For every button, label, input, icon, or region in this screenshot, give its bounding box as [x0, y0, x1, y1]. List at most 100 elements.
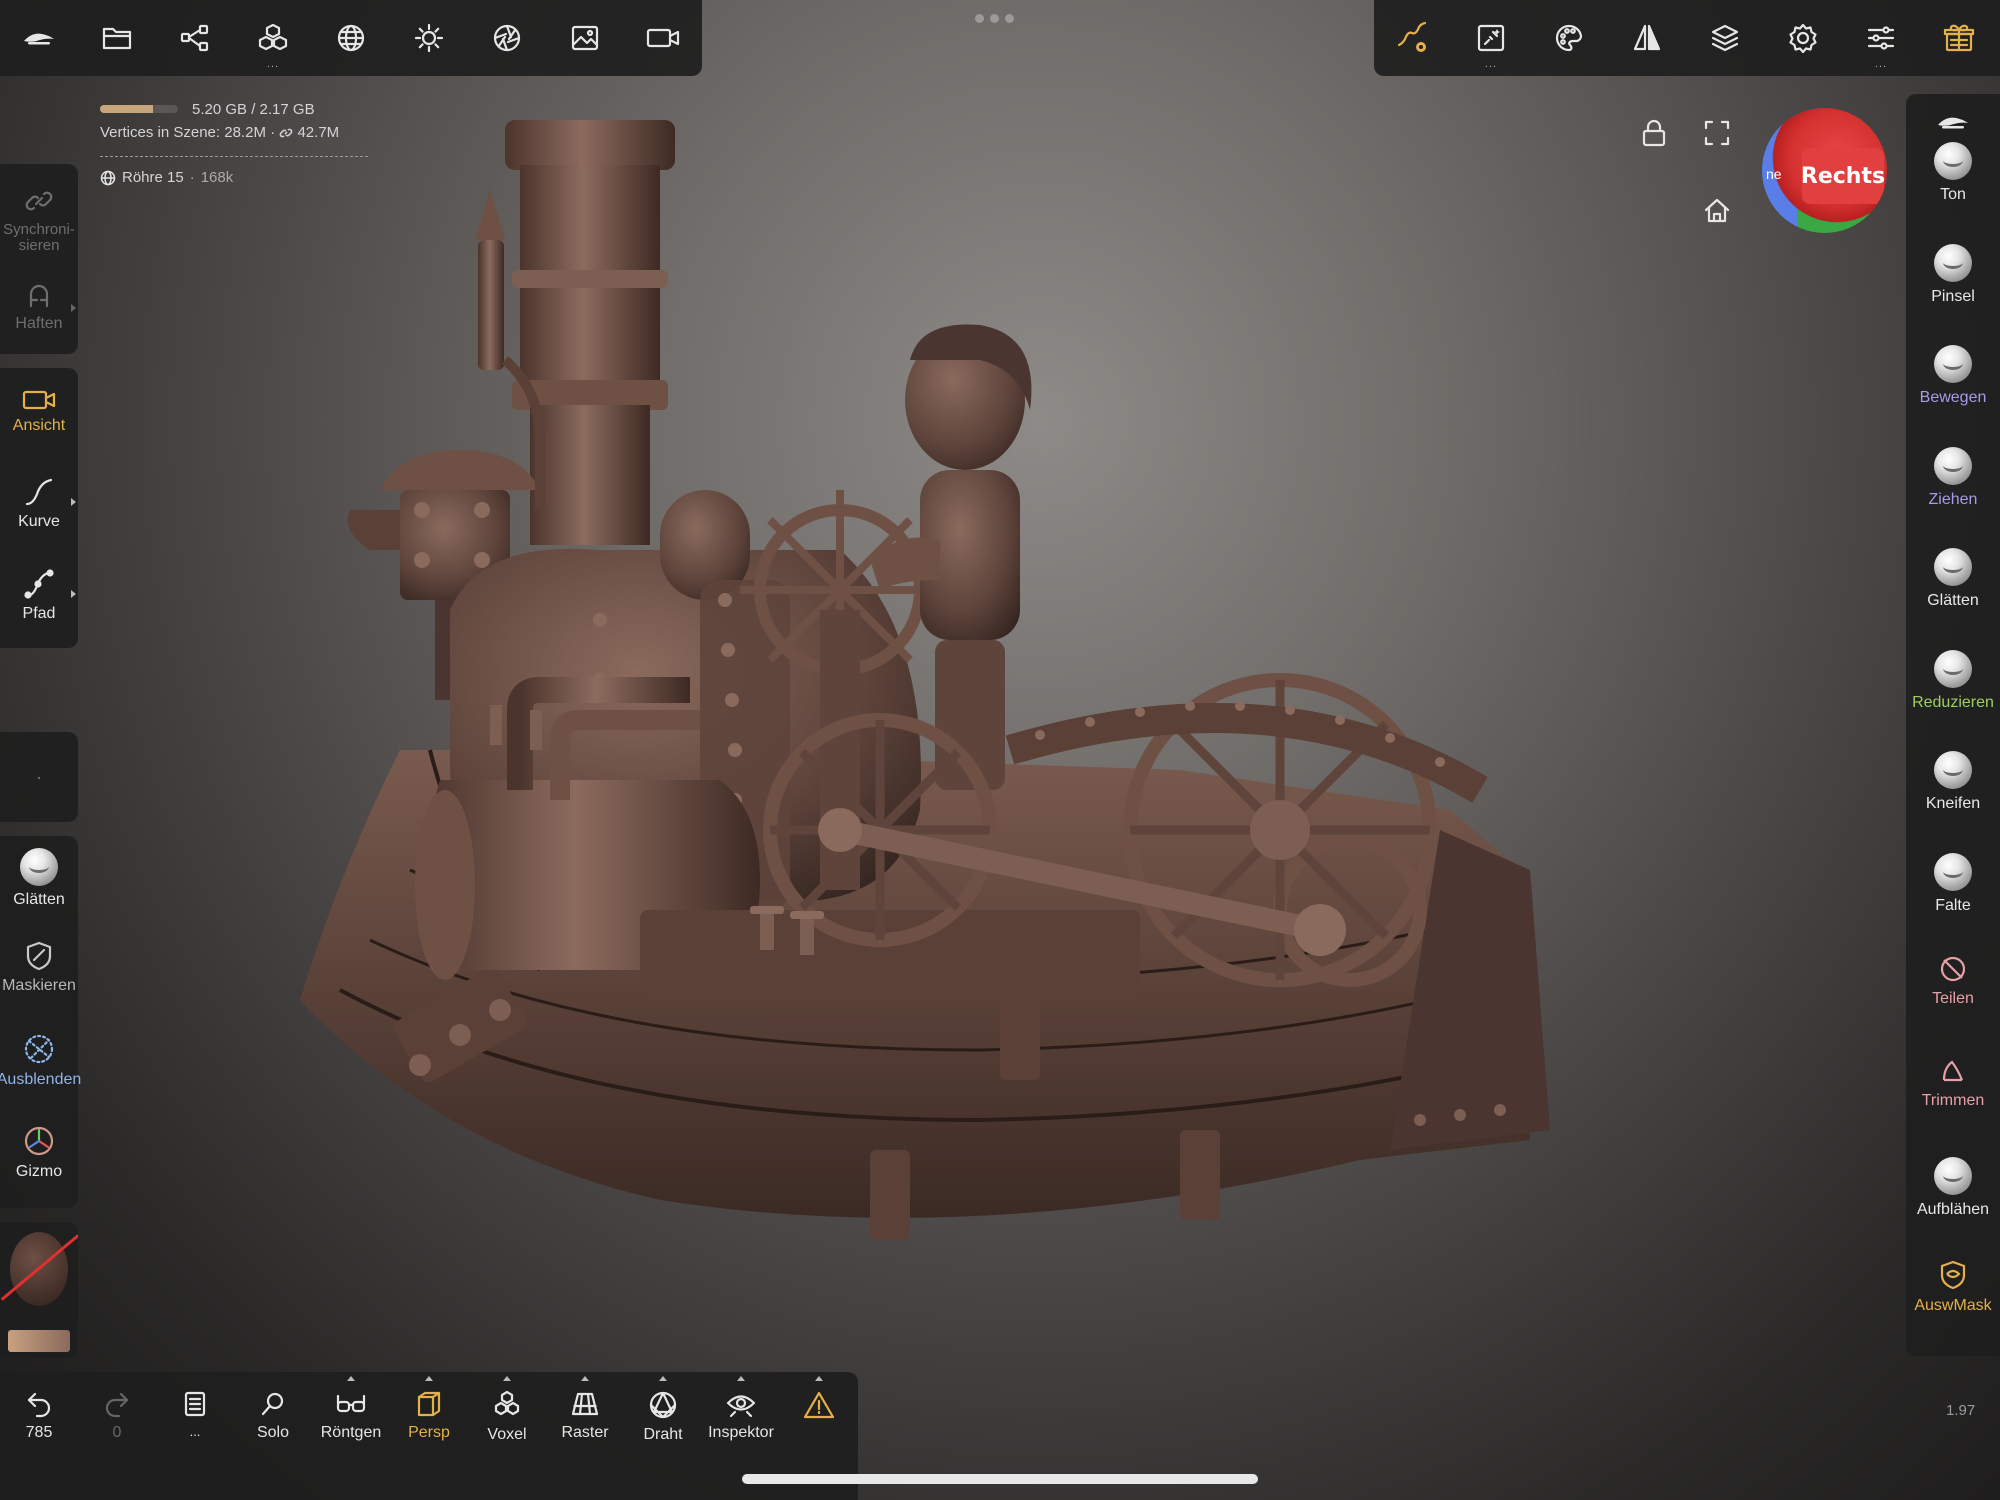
hide-label: Ausblenden [0, 1071, 82, 1088]
perspective-button[interactable]: Persp [390, 1372, 468, 1500]
wireframe-label: Draht [643, 1426, 683, 1443]
stick-button[interactable]: Haften [0, 282, 78, 333]
stroke-icon [1396, 21, 1430, 55]
object-name: Röhre 15 [122, 169, 184, 186]
layers-button[interactable] [1686, 0, 1764, 76]
solo-label: Solo [256, 1424, 290, 1441]
redo-icon [103, 1390, 131, 1418]
scene-button[interactable] [156, 0, 234, 76]
brush-menu-button[interactable] [1906, 112, 2000, 132]
stroke-button[interactable] [1374, 0, 1452, 76]
brush-8[interactable]: Falte [1906, 852, 2000, 915]
gift-button[interactable] [1920, 0, 1998, 76]
brush-label: Pinsel [1931, 287, 1975, 305]
files-button[interactable] [78, 0, 156, 76]
top-toolbar-right: ... ... [1374, 0, 2000, 76]
warning-caret [815, 1376, 823, 1381]
sync-button[interactable]: Synchroni­sieren [0, 186, 78, 254]
path-icon [23, 568, 55, 600]
sculpt-model-viewport[interactable] [280, 110, 1580, 1270]
voxel-label: Voxel [487, 1426, 527, 1443]
camera-button[interactable] [624, 0, 702, 76]
view-button[interactable]: Ansicht [0, 388, 78, 435]
brush-7[interactable]: Kneifen [1906, 751, 2000, 813]
brush-4[interactable]: Ziehen [1906, 446, 2000, 509]
brush-12[interactable]: AuswMask [1906, 1259, 2000, 1315]
stick-submenu-arrow [71, 304, 76, 312]
tools-button[interactable]: ... [234, 0, 312, 76]
eye-icon [725, 1390, 757, 1418]
vertices-label: Vertices in Szene [100, 124, 216, 141]
lock-camera-button[interactable] [1634, 113, 1674, 153]
spacer-dot: · [36, 766, 42, 787]
interface-dots: ... [1874, 58, 1888, 70]
brush-10[interactable]: Trimmen [1906, 1056, 2000, 1110]
alpha-swatch[interactable] [8, 1330, 70, 1352]
left-panel-view: Ansicht Kurve Pfad [0, 368, 78, 648]
voxel-button[interactable]: Voxel [468, 1372, 546, 1500]
curve-button[interactable]: Kurve [0, 476, 78, 531]
brush-1[interactable]: Ton [1906, 142, 2000, 204]
sliders-icon [1866, 23, 1896, 53]
home-view-button[interactable] [1697, 191, 1737, 231]
brush-11[interactable]: Aufblähen [1906, 1157, 2000, 1219]
home-indicator[interactable] [742, 1474, 1258, 1484]
mask-button[interactable]: Maskieren [0, 940, 78, 995]
settings-button[interactable] [1764, 0, 1842, 76]
sphere-grid-icon [336, 23, 366, 53]
left-panel-sync: Synchroni­sieren Haften [0, 164, 78, 354]
memory-bar [100, 105, 178, 113]
video-camera-icon [646, 26, 680, 50]
image-icon [570, 24, 600, 52]
lighting-button[interactable] [390, 0, 468, 76]
texture-icon [1476, 23, 1506, 53]
history-button[interactable]: ... [156, 1372, 234, 1500]
redo-button[interactable]: 0 [78, 1372, 156, 1500]
view-cube-face[interactable]: Rechts [1801, 148, 1885, 204]
symmetry-button[interactable] [1608, 0, 1686, 76]
brush-3[interactable]: Bewegen [1906, 345, 2000, 407]
voxel-cubes-icon [492, 1390, 522, 1420]
brush-9[interactable]: Teilen [1906, 954, 2000, 1008]
fullscreen-button[interactable] [1697, 113, 1737, 153]
brush-sphere-icon [1934, 345, 1972, 383]
brush-sphere-icon [1934, 243, 1972, 282]
left-panel-spacer: · [0, 732, 78, 822]
grid-label: Raster [561, 1424, 609, 1441]
link-chain-icon [24, 186, 54, 216]
vertices-colon: : [215, 124, 225, 141]
trim-icon [1938, 1056, 1968, 1086]
brush-6[interactable]: Reduzieren [1906, 649, 2000, 712]
topology-button[interactable] [312, 0, 390, 76]
palette-button[interactable] [1530, 0, 1608, 76]
object-sep: · [189, 169, 195, 186]
texture-button[interactable]: ... [1452, 0, 1530, 76]
brush-5[interactable]: Glätten [1906, 548, 2000, 610]
more-options-dots[interactable] [975, 14, 1014, 23]
path-button[interactable]: Pfad [0, 568, 78, 623]
wireframe-caret [659, 1376, 667, 1381]
interface-button[interactable]: ... [1842, 0, 1920, 76]
postprocess-button[interactable] [468, 0, 546, 76]
curve-label: Kurve [18, 513, 60, 530]
solo-button[interactable]: Solo [234, 1372, 312, 1500]
gizmo-button[interactable]: Gizmo [0, 1124, 78, 1181]
sphere-grid-small-icon [100, 170, 116, 186]
wireframe-sphere-icon [648, 1390, 678, 1420]
xray-button[interactable]: Röntgen [312, 1372, 390, 1500]
cubes-icon [257, 23, 289, 53]
undo-button[interactable]: 785 [0, 1372, 78, 1500]
wireframe-button[interactable]: Draht [624, 1372, 702, 1500]
brush-2[interactable]: Pinsel [1906, 243, 2000, 306]
background-button[interactable] [546, 0, 624, 76]
color-swatch-panel[interactable] [0, 1222, 78, 1358]
grid-button[interactable]: Raster [546, 1372, 624, 1500]
lock-icon [1641, 119, 1667, 147]
hide-button[interactable]: Ausblenden [0, 1032, 82, 1089]
view-cube-side-label: ne [1766, 166, 1782, 182]
symmetry-icon [1632, 23, 1662, 53]
brush-label: Bewegen [1919, 389, 1987, 406]
nomad-logo-button[interactable] [0, 0, 78, 76]
smooth-shortcut-button[interactable]: Glätten [0, 848, 78, 909]
view-cube[interactable]: ne Rechts [1762, 108, 1887, 233]
